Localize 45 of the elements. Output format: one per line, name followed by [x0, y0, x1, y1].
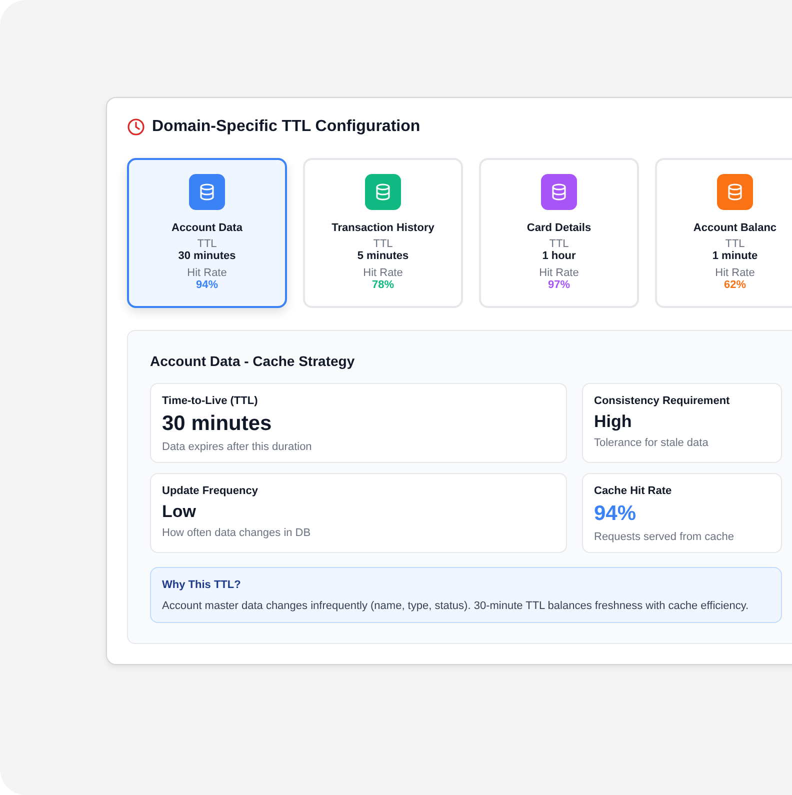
- domain-tile[interactable]: Transaction History TTL 5 minutes Hit Rate 78%: [303, 158, 463, 308]
- domain-name: Account Data: [172, 222, 242, 234]
- metric-label: Cache Hit Rate: [594, 485, 673, 497]
- why-title: Why This TTL?: [162, 579, 242, 591]
- hit-rate-value: 62%: [724, 279, 746, 291]
- ttl-value: 1 hour: [542, 250, 576, 262]
- hit-rate-value: 94%: [196, 279, 218, 291]
- hit-rate-label: Hit Rate: [187, 267, 227, 279]
- metric-note: Tolerance for stale data: [594, 437, 710, 449]
- database-icon: [189, 174, 225, 210]
- ttl-label: TTL: [725, 238, 745, 250]
- domain-name: Account Balanc: [693, 222, 777, 234]
- domain-name: Card Details: [526, 222, 592, 234]
- hit-rate-label: Hit Rate: [539, 267, 579, 279]
- metric-value: 94%: [594, 502, 638, 526]
- metric-value: High: [594, 412, 633, 432]
- ttl-value: 5 minutes: [357, 250, 409, 262]
- domain-tile[interactable]: Account Balanc TTL 1 minute Hit Rate 62%: [655, 158, 792, 308]
- ttl-value: 1 minute: [712, 250, 758, 262]
- why-text: Account master data changes infrequently (name, type, status). 30-minute TTL balances freshness with cache efficiency.: [162, 600, 750, 612]
- hit-rate-label: Hit Rate: [715, 267, 755, 279]
- hit-rate-label: Hit Rate: [363, 267, 403, 279]
- metric-label: Consistency Requirement: [594, 395, 731, 407]
- hit-rate-value: 78%: [372, 279, 394, 291]
- database-icon: [365, 174, 401, 210]
- hit-rate-value: 97%: [548, 279, 570, 291]
- domain-name: Transaction History: [332, 222, 434, 234]
- metric-value: 30 minutes: [162, 412, 273, 436]
- ttl-label: TTL: [549, 238, 569, 250]
- metric-label: Time-to-Live (TTL): [162, 395, 259, 407]
- metric-note: How often data changes in DB: [162, 527, 312, 539]
- clock-icon: [127, 118, 145, 136]
- ttl-value: 30 minutes: [178, 250, 236, 262]
- database-icon: [541, 174, 577, 210]
- metric-note: Data expires after this duration: [162, 441, 313, 453]
- ttl-label: TTL: [197, 238, 217, 250]
- domain-tile[interactable]: Account Data TTL 30 minutes Hit Rate 94%: [127, 158, 287, 308]
- metric-value: Low: [162, 502, 197, 522]
- strategy-title: Account Data - Cache Strategy: [150, 353, 356, 369]
- metric-note: Requests served from cache: [594, 531, 736, 543]
- database-icon: [717, 174, 753, 210]
- metric-label: Update Frequency: [162, 485, 259, 497]
- domain-tile[interactable]: Card Details TTL 1 hour Hit Rate 97%: [479, 158, 639, 308]
- card-title: Domain-Specific TTL Configuration: [152, 118, 420, 136]
- ttl-label: TTL: [373, 238, 393, 250]
